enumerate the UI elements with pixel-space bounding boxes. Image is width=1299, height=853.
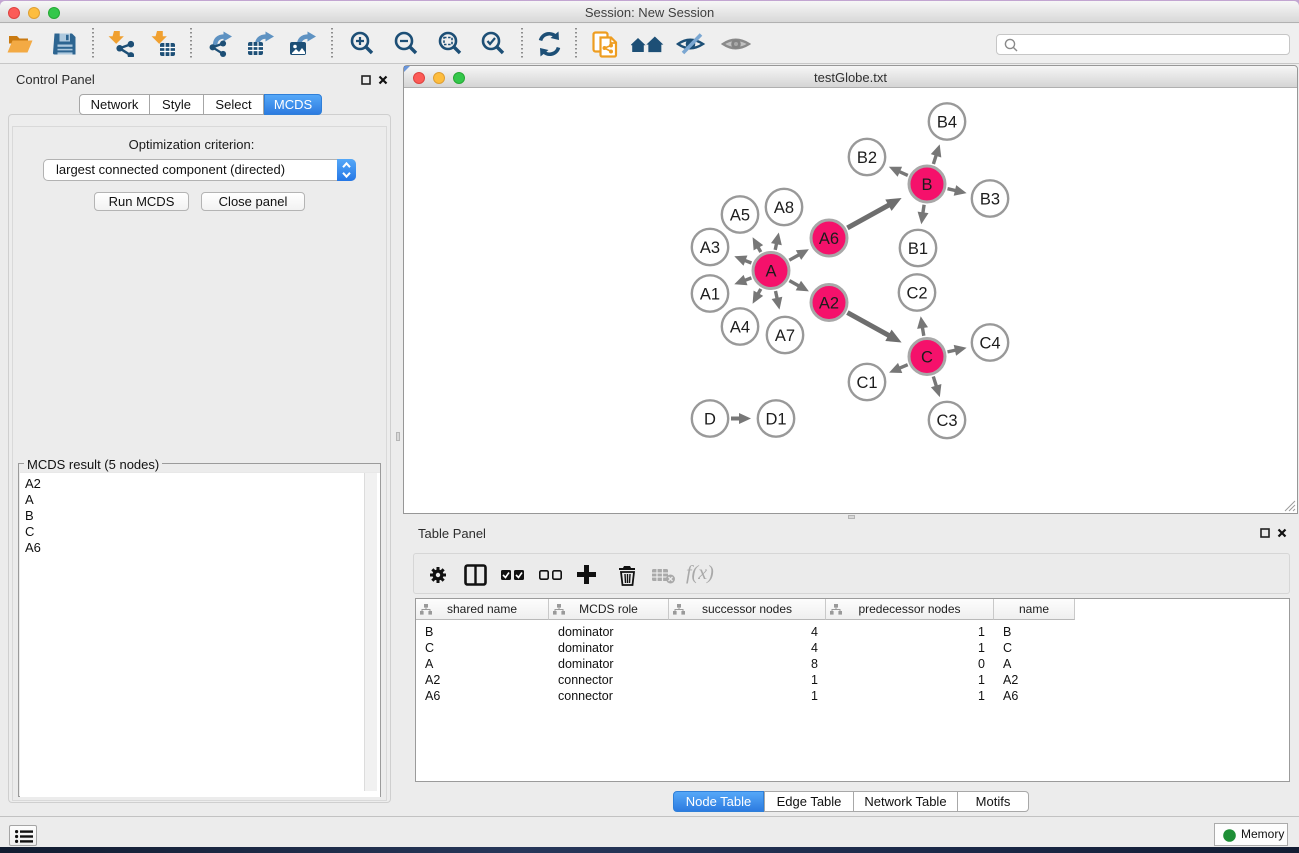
svg-text:B4: B4	[937, 114, 957, 132]
svg-text:C4: C4	[979, 335, 1000, 353]
svg-text:B2: B2	[857, 149, 877, 167]
svg-text:A5: A5	[730, 207, 750, 225]
svg-text:A7: A7	[775, 327, 795, 345]
svg-text:A8: A8	[774, 199, 794, 217]
svg-text:A2: A2	[819, 295, 839, 313]
svg-text:A: A	[765, 263, 776, 281]
svg-text:C3: C3	[936, 412, 957, 430]
svg-text:A4: A4	[730, 319, 750, 337]
svg-text:C2: C2	[906, 285, 927, 303]
svg-text:D: D	[704, 411, 716, 429]
svg-text:A1: A1	[700, 286, 720, 304]
svg-text:D1: D1	[765, 411, 786, 429]
svg-text:A6: A6	[819, 230, 839, 248]
svg-text:B3: B3	[980, 191, 1000, 209]
svg-text:C: C	[921, 349, 933, 367]
svg-text:B1: B1	[908, 240, 928, 258]
svg-text:B: B	[921, 176, 932, 194]
svg-text:C1: C1	[856, 374, 877, 392]
svg-text:A3: A3	[700, 239, 720, 257]
